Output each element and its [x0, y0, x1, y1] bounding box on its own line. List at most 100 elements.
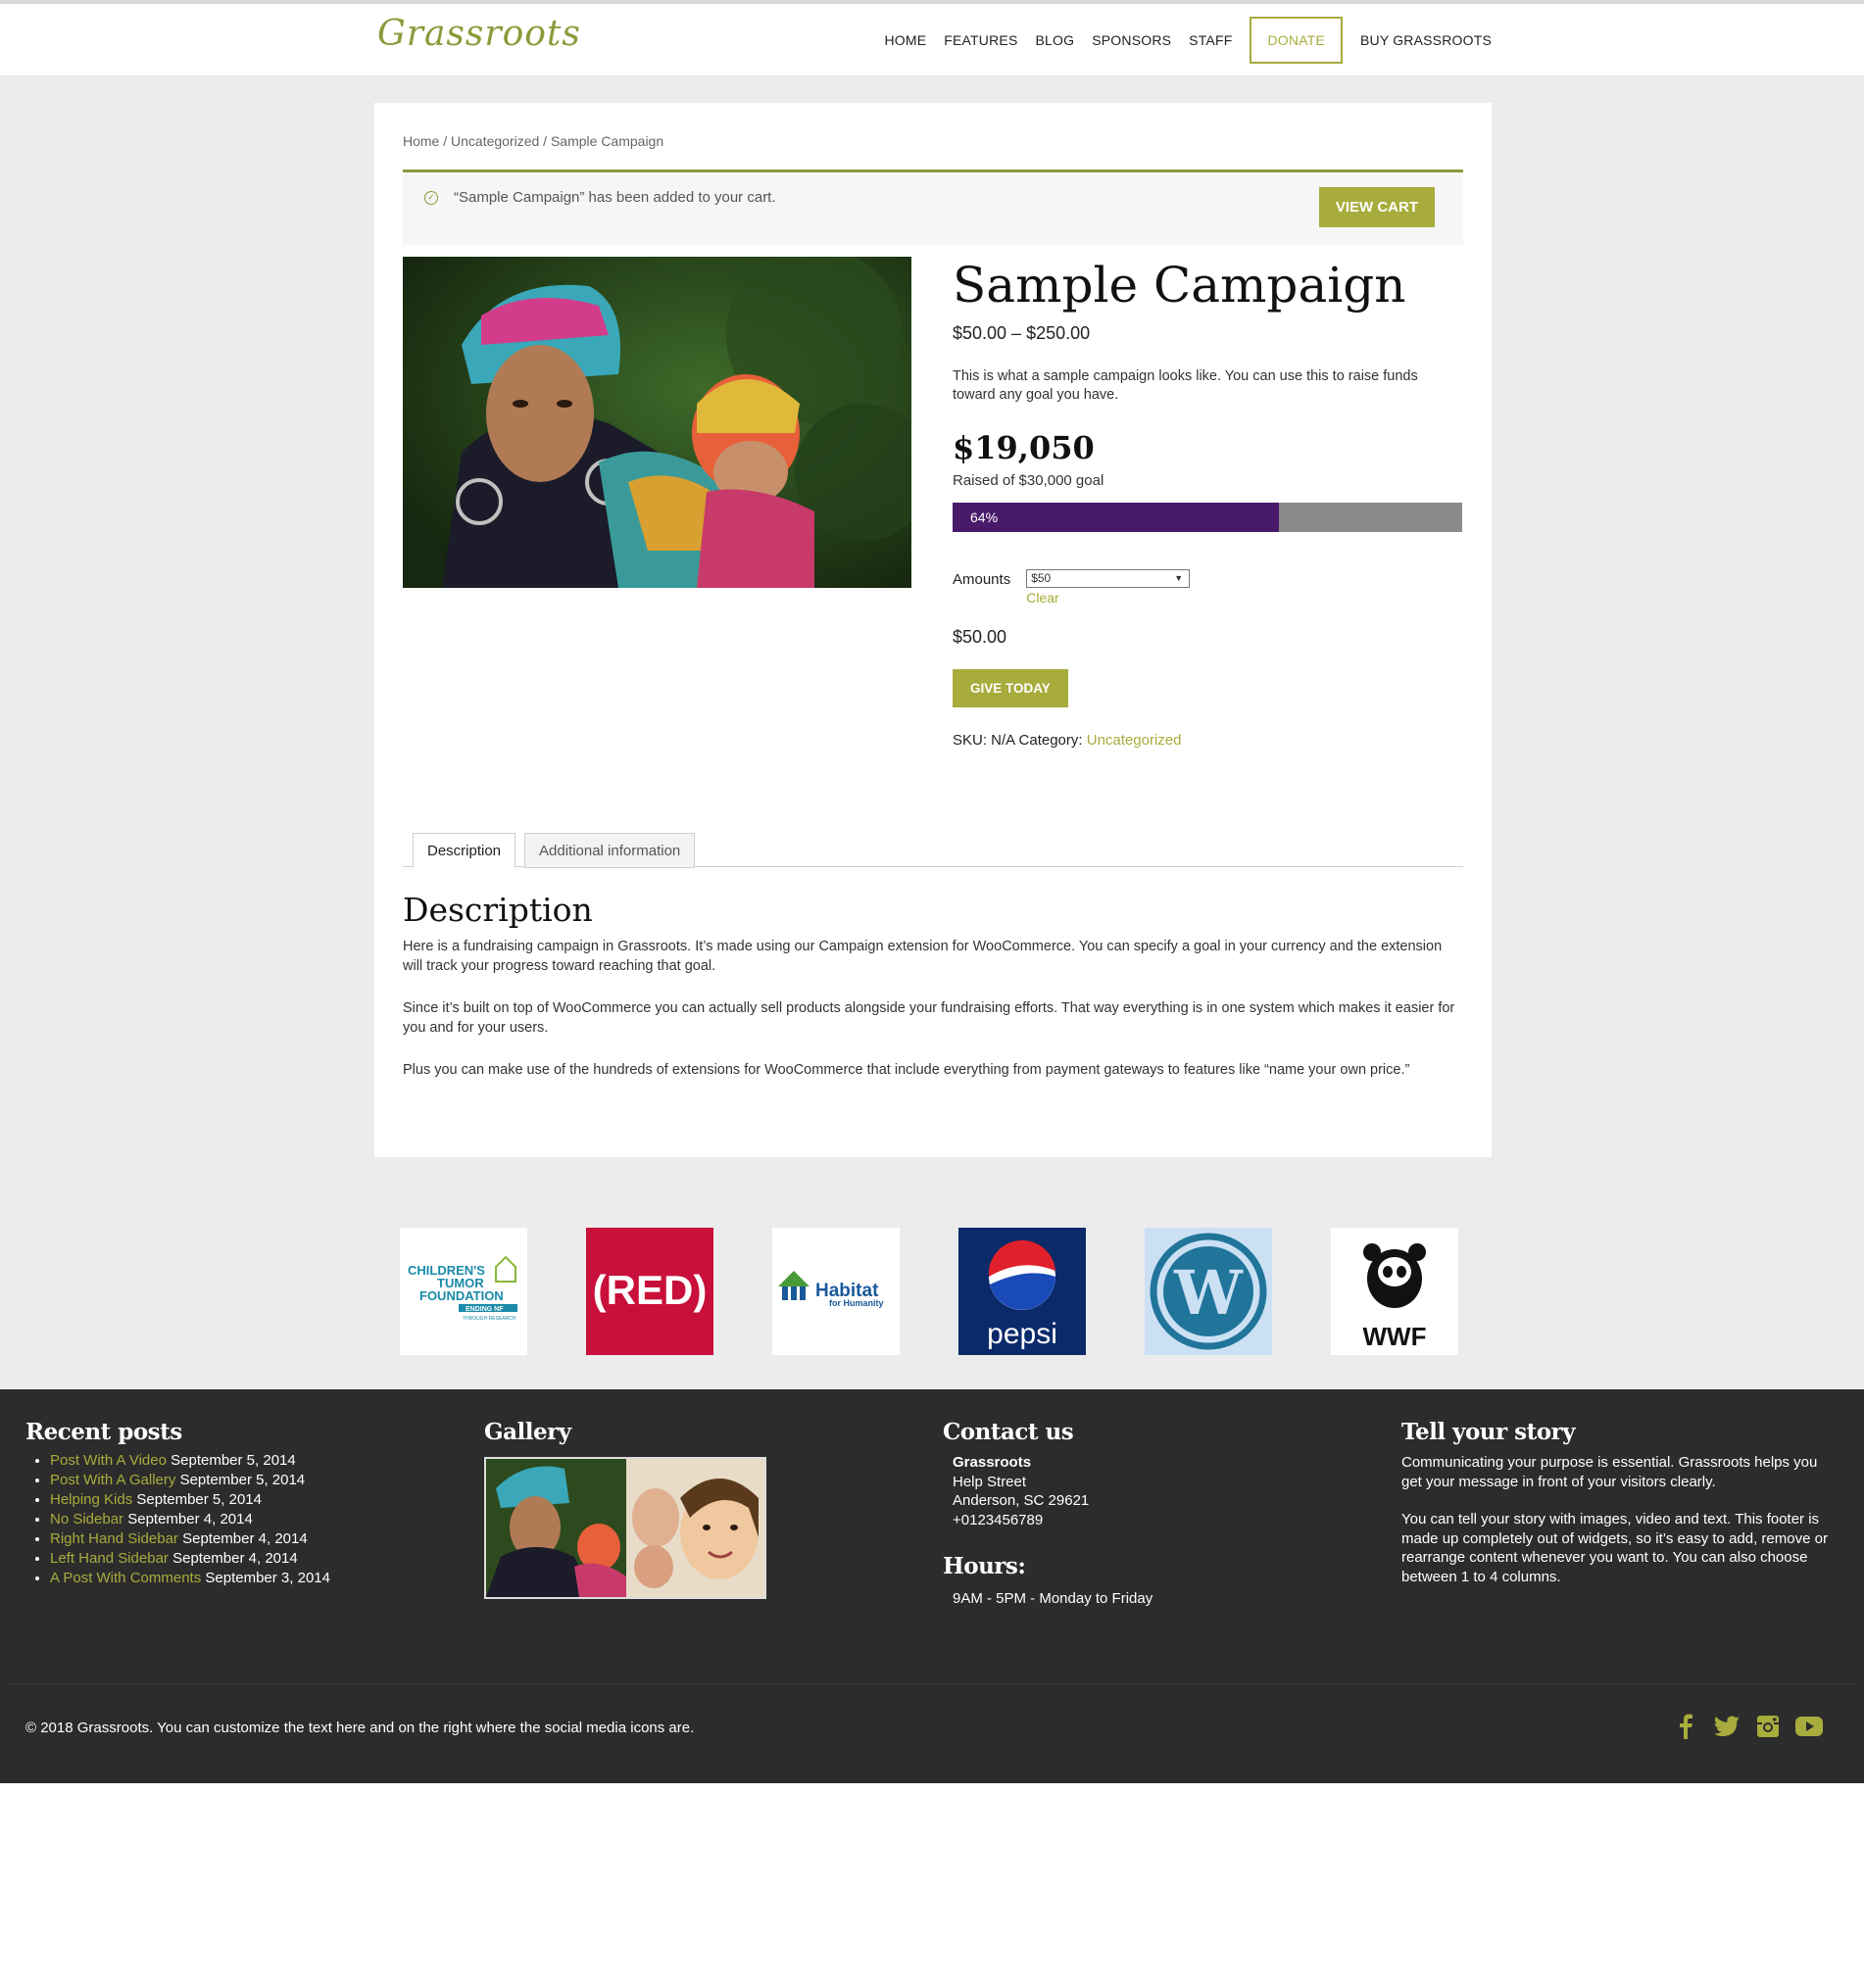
recent-post-link[interactable]: Post With A Video: [50, 1452, 167, 1469]
list-item: Right Hand Sidebar September 4, 2014: [50, 1529, 457, 1549]
sponsor-pepsi[interactable]: pepsi: [958, 1228, 1086, 1355]
recent-post-date: September 3, 2014: [205, 1570, 330, 1586]
amounts-row: Amounts $50 ▼ Clear: [953, 569, 1462, 606]
list-item: Post With A Video September 5, 2014: [50, 1451, 457, 1471]
sponsor-wordpress[interactable]: W: [1145, 1228, 1272, 1355]
breadcrumb[interactable]: Home / Uncategorized / Sample Campaign: [403, 133, 663, 149]
footer-gallery: Gallery: [484, 1419, 915, 1599]
progress-fill: [953, 503, 1279, 532]
recent-posts-list: Post With A Video September 5, 2014 Post…: [25, 1451, 457, 1588]
footer-recent-posts: Recent posts Post With A Video September…: [25, 1419, 457, 1588]
story-paragraph: Communicating your purpose is essential.…: [1401, 1454, 1818, 1490]
short-description: This is what a sample campaign looks lik…: [953, 368, 1418, 403]
list-item: A Post With Comments September 3, 2014: [50, 1569, 457, 1588]
twitter-icon[interactable]: [1713, 1713, 1741, 1740]
amounts-label: Amounts: [953, 571, 1011, 588]
sku-text: SKU: N/A Category:: [953, 732, 1083, 749]
gallery-image[interactable]: [626, 1459, 764, 1597]
tab-description[interactable]: Description: [413, 833, 516, 868]
amounts-select-group: $50 ▼ Clear: [1026, 569, 1191, 606]
contact-city: Anderson, SC 29621: [953, 1492, 1090, 1509]
product-tabs: Description Additional information: [403, 833, 1463, 868]
nav-features[interactable]: FEATURES: [944, 32, 1017, 48]
ctf-line-5: THROUGH RESEARCH: [463, 1316, 516, 1322]
clear-link[interactable]: Clear: [1026, 590, 1190, 606]
gallery-image[interactable]: [486, 1459, 626, 1597]
description-heading: Description: [403, 891, 593, 929]
list-item: Helping Kids September 5, 2014: [50, 1490, 457, 1510]
hours-heading: Hours:: [943, 1553, 1026, 1579]
social-icons: [1672, 1713, 1823, 1740]
site-footer: Recent posts Post With A Video September…: [0, 1389, 1864, 1783]
recent-post-link[interactable]: Left Hand Sidebar: [50, 1550, 169, 1567]
habitat-logo-subtext: for Humanity: [829, 1298, 884, 1308]
recent-post-link[interactable]: Helping Kids: [50, 1491, 132, 1508]
pepsi-logo-text: pepsi: [987, 1318, 1057, 1350]
list-item: No Sidebar September 4, 2014: [50, 1510, 457, 1529]
tab-additional-information[interactable]: Additional information: [524, 833, 696, 868]
list-item: Left Hand Sidebar September 4, 2014: [50, 1549, 457, 1569]
category-link[interactable]: Uncategorized: [1087, 732, 1182, 749]
selected-price: $50.00: [953, 627, 1007, 647]
nav-sponsors[interactable]: SPONSORS: [1092, 32, 1171, 48]
price-range: $50.00 – $250.00: [953, 323, 1091, 343]
recent-post-date: September 4, 2014: [182, 1530, 308, 1547]
recent-post-link[interactable]: Right Hand Sidebar: [50, 1530, 178, 1547]
sponsor-logos: CHILDREN'S TUMOR FOUNDATION ENDING NF TH…: [400, 1228, 1458, 1355]
contact-heading: Contact us: [943, 1419, 1074, 1445]
story-heading: Tell your story: [1401, 1419, 1576, 1445]
instagram-icon[interactable]: [1754, 1713, 1782, 1740]
story-paragraph: You can tell your story with images, vid…: [1401, 1511, 1828, 1585]
caret-down-icon: ▼: [1174, 573, 1184, 583]
product-summary: Sample Campaign $50.00 – $250.00 This is…: [953, 255, 1462, 749]
view-cart-button[interactable]: VIEW CART: [1318, 187, 1435, 227]
raised-amount: $19,050: [953, 429, 1095, 466]
check-circle-icon: ✓: [424, 191, 438, 205]
site-header: Grassroots HOME FEATURES BLOG SPONSORS S…: [0, 4, 1864, 75]
give-today-button[interactable]: GIVE TODAY: [953, 669, 1068, 707]
nav-buy-grassroots[interactable]: BUY GRASSROOTS: [1360, 32, 1492, 48]
youtube-icon[interactable]: [1795, 1713, 1823, 1740]
svg-text:W: W: [1173, 1257, 1244, 1329]
sponsor-red[interactable]: (RED): [586, 1228, 713, 1355]
recent-posts-heading: Recent posts: [25, 1419, 182, 1445]
list-item: Post With A Gallery September 5, 2014: [50, 1471, 457, 1490]
recent-post-link[interactable]: No Sidebar: [50, 1511, 123, 1527]
nav-donate-button[interactable]: DONATE: [1250, 16, 1343, 64]
recent-post-date: September 5, 2014: [171, 1452, 296, 1469]
sponsor-wwf[interactable]: WWF: [1331, 1228, 1458, 1355]
nav-home[interactable]: HOME: [884, 32, 926, 48]
footer-contact: Contact us Grassroots Help Street Anders…: [943, 1419, 1374, 1609]
footer-divider: [10, 1683, 1854, 1684]
amounts-select[interactable]: $50 ▼: [1026, 569, 1191, 588]
contact-block: Grassroots Help Street Anderson, SC 2962…: [943, 1453, 1374, 1529]
recent-post-link[interactable]: Post With A Gallery: [50, 1472, 175, 1488]
sponsor-habitat-for-humanity[interactable]: Habitat for Humanity: [772, 1228, 900, 1355]
main-nav: HOME FEATURES BLOG SPONSORS STAFF DONATE…: [884, 4, 1492, 75]
copyright-text: © 2018 Grassroots. You can customize the…: [25, 1720, 695, 1736]
product-card: Home / Uncategorized / Sample Campaign ✓…: [374, 103, 1492, 1157]
progress-bar: 64%: [953, 503, 1462, 532]
nav-staff[interactable]: STAFF: [1189, 32, 1232, 48]
progress-label: 64%: [970, 509, 999, 525]
recent-post-link[interactable]: A Post With Comments: [50, 1570, 201, 1586]
recent-post-date: September 4, 2014: [172, 1550, 298, 1567]
facebook-icon[interactable]: [1672, 1713, 1699, 1740]
description-body: Here is a fundraising campaign in Grassr…: [403, 938, 1463, 1104]
gallery-heading: Gallery: [484, 1419, 571, 1445]
site-logo[interactable]: Grassroots: [377, 14, 581, 54]
gallery-images: [484, 1457, 766, 1599]
footer-story: Tell your story Communicating your purpo…: [1401, 1419, 1833, 1586]
wwf-logo-text: WWF: [1363, 1322, 1427, 1351]
red-logo-text: (RED): [593, 1267, 708, 1313]
nav-blog[interactable]: BLOG: [1036, 32, 1075, 48]
recent-post-date: September 5, 2014: [179, 1472, 306, 1488]
product-image[interactable]: [403, 257, 911, 588]
sponsor-childrens-tumor-foundation[interactable]: CHILDREN'S TUMOR FOUNDATION ENDING NF TH…: [400, 1228, 527, 1355]
ctf-line-4: ENDING NF: [466, 1306, 504, 1313]
recent-post-date: September 4, 2014: [127, 1511, 253, 1527]
goal-text: Raised of $30,000 goal: [953, 472, 1104, 489]
hours-text: 9AM - 5PM - Monday to Friday: [953, 1590, 1153, 1607]
description-paragraph: Since it’s built on top of WooCommerce y…: [403, 1000, 1455, 1036]
cart-notice: ✓ “Sample Campaign” has been added to yo…: [403, 170, 1463, 245]
